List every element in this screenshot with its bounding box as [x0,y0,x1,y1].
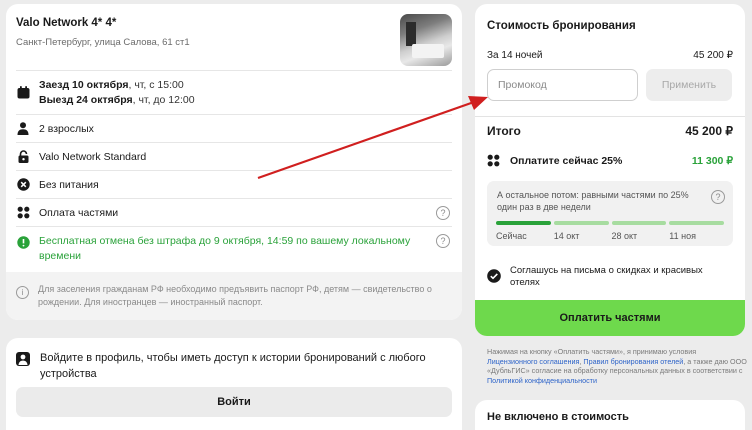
checkout-date: Выезд 24 октября [39,93,133,106]
calendar-icon [16,86,30,100]
not-included-title: Не включено в стоимость [487,411,629,423]
meals-row: Без питания [16,170,452,198]
person-icon [16,122,30,136]
installments-row: Оплата частями ? [16,198,452,226]
installments-text: Оплата частями [39,206,119,219]
schedule-bar-2 [611,221,667,225]
total-price: 45 200 ₽ [685,124,733,138]
hotel-photo[interactable] [400,14,452,66]
room-row: Valo Network Standard [16,142,452,170]
passport-notice-text: Для заселения гражданам РФ необходимо пр… [38,284,432,307]
nights-label: За 14 ночей [487,50,543,61]
lock-icon [16,150,30,164]
stay-dates-row: Заезд 10 октября, чт, с 15:00 Выезд 24 о… [16,70,452,114]
divider [475,116,745,117]
legal-disclaimer: Нажимая на кнопку «Оплатить частями», я … [487,347,747,385]
price-card: Стоимость бронирования За 14 ночей 45 20… [475,4,745,336]
hotel-header: Valo Network 4* 4* Санкт-Петербург, улиц… [16,14,452,70]
checkin-detail: , чт, с 15:00 [128,78,184,91]
schedule-label: 14 окт [553,231,580,241]
profile-icon [16,352,30,371]
hotel-address: Санкт-Петербург, улица Салова, 61 ст1 [16,37,190,48]
cancellation-text: Бесплатная отмена без штрафа до 9 октябр… [39,235,411,262]
meals-text: Без питания [39,178,99,191]
total-label: Итого [487,124,521,138]
info-icon: i [16,286,29,299]
price-title: Стоимость бронирования [487,20,636,32]
login-prompt-text: Войдите в профиль, чтобы иметь доступ к … [40,352,426,380]
cancellation-row: Бесплатная отмена без штрафа до 9 октябр… [16,226,452,266]
schedule-bar-0 [496,221,551,225]
four-dots-icon [16,206,30,220]
schedule-text: А остальное потом: равными частями по 25… [497,190,689,212]
room-type-text: Valo Network Standard [39,150,147,163]
consent-checkbox[interactable] [487,269,501,288]
cancellation-help-icon[interactable]: ? [436,234,450,248]
schedule-help-icon[interactable]: ? [711,190,725,204]
apply-promo-button[interactable]: Применить [646,69,732,101]
hotel-name: Valo Network 4* 4* [16,17,117,29]
check-circle-icon [16,235,30,249]
promo-code-input[interactable] [487,69,638,101]
pay-installments-button[interactable]: Оплатить частями [475,300,745,336]
booking-rules-link[interactable]: Правил бронирования отелей [583,357,683,366]
nights-price: 45 200 ₽ [693,50,733,61]
legal-text: Нажимая на кнопку «Оплатить частями», я … [487,347,697,356]
four-dots-icon [487,154,500,172]
guests-text: 2 взрослых [39,122,94,135]
booking-summary-card: Valo Network 4* 4* Санкт-Петербург, улиц… [6,4,462,320]
passport-notice: i Для заселения гражданам РФ необходимо … [6,272,462,320]
schedule-label: Сейчас [496,231,527,241]
login-button[interactable]: Войти [16,387,452,417]
payment-schedule: А остальное потом: равными частями по 25… [487,181,733,246]
privacy-policy-link[interactable]: Политикой конфиденциальности [487,376,597,385]
checkin-date: Заезд 10 октября [39,78,129,91]
schedule-bar-3 [669,221,724,225]
checkout-detail: , чт, до 12:00 [132,93,195,106]
no-meal-icon [16,178,30,192]
schedule-label: 11 ноя [669,231,696,241]
consent-text: Соглашусь на письма о скидках и красивых… [510,265,703,288]
guests-row: 2 взрослых [16,114,452,142]
schedule-progress [496,221,724,225]
pay-now-label: Оплатите сейчас 25% [510,155,623,167]
installments-help-icon[interactable]: ? [436,206,450,220]
not-included-card: Не включено в стоимость [475,400,745,430]
license-agreement-link[interactable]: Лицензионного соглашения [487,357,579,366]
schedule-label: 28 окт [611,231,638,241]
pay-now-amount: 11 300 ₽ [691,155,733,167]
login-prompt-card: Войдите в профиль, чтобы иметь доступ к … [6,338,462,430]
schedule-bar-1 [553,221,609,225]
